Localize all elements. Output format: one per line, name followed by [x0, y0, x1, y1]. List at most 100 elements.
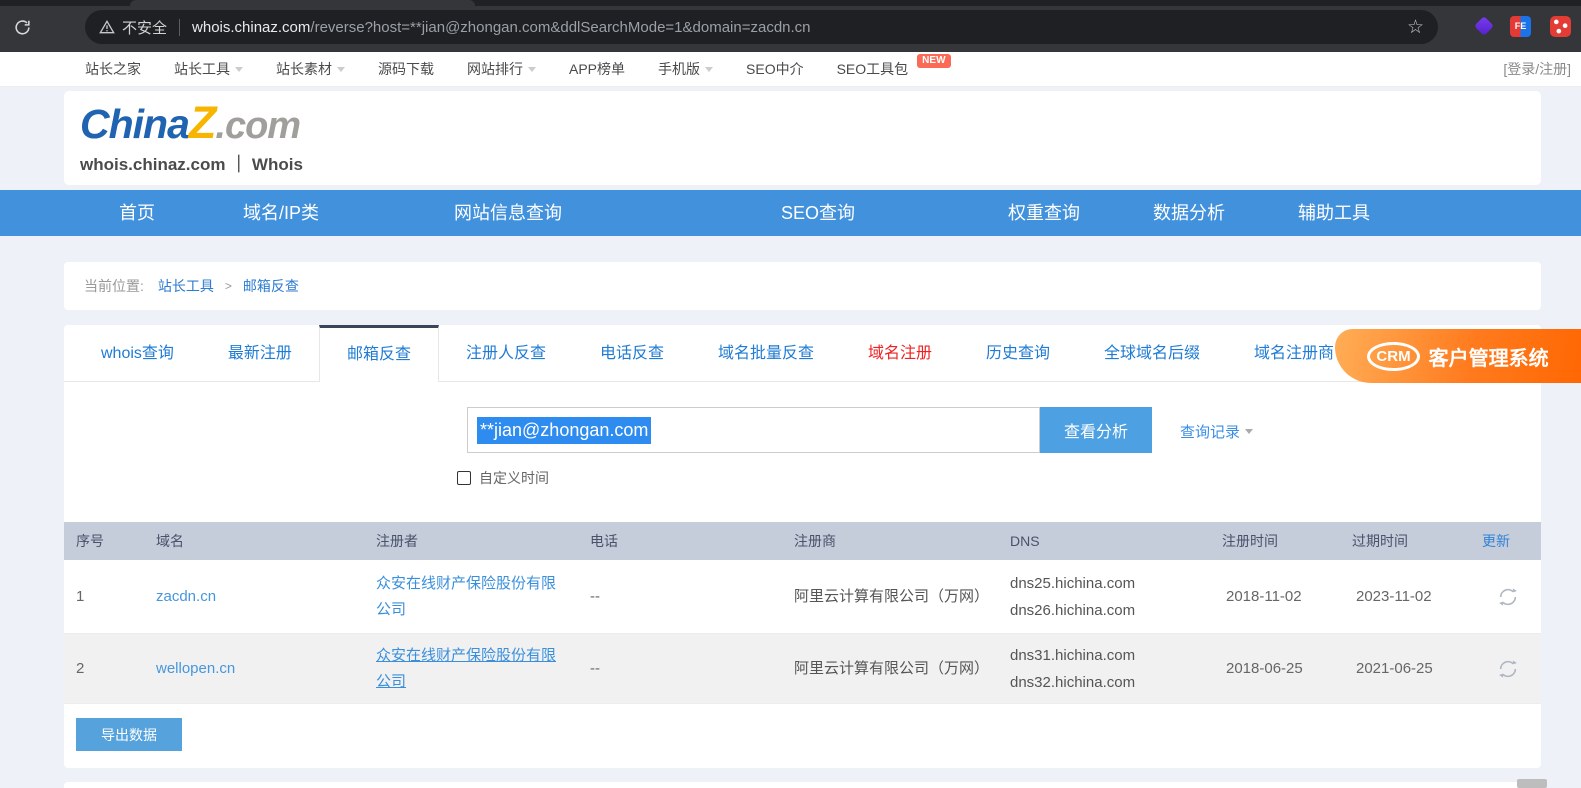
breadcrumb: 当前位置: 站长工具 > 邮箱反查 [64, 262, 1541, 310]
tab-global-domain-suffix[interactable]: 全球域名后缀 [1077, 325, 1227, 381]
analyze-button[interactable]: 查看分析 [1040, 407, 1152, 453]
mainnav-auxiliary-tools[interactable]: 辅助工具 [1298, 190, 1370, 236]
mainnav-site-info-query[interactable]: 网站信息查询 [454, 190, 562, 236]
query-history-link[interactable]: 查询记录 [1180, 421, 1254, 442]
tool-tabs: whois查询 最新注册 邮箱反查 注册人反查 电话反查 域名批量反查 域名注册… [64, 325, 1541, 382]
breadcrumb-label: 当前位置: [84, 278, 144, 294]
bookmark-star-icon[interactable]: ☆ [1407, 16, 1424, 39]
search-input[interactable]: **jian@zhongan.com [467, 407, 1040, 453]
topnav-webmaster-tools[interactable]: 站长工具 [174, 59, 243, 79]
main-nav: 首页 域名/IP类 网站信息查询 SEO查询 权重查询 数据分析 辅助工具 [0, 190, 1581, 236]
custom-time-checkbox[interactable] [457, 471, 471, 485]
col-registrant: 注册者 [376, 533, 418, 549]
col-index: 序号 [76, 533, 104, 549]
topnav-source-download[interactable]: 源码下载 [378, 59, 434, 79]
main-card: whois查询 最新注册 邮箱反查 注册人反查 电话反查 域名批量反查 域名注册… [64, 325, 1581, 768]
tab-latest-registration[interactable]: 最新注册 [201, 325, 319, 381]
col-phone: 电话 [590, 533, 618, 549]
tab-email-reverse[interactable]: 邮箱反查 [318, 325, 439, 382]
dns-values: dns31.hichina.com dns32.hichina.com [1010, 646, 1136, 691]
dns-values: dns25.hichina.com dns26.hichina.com [1010, 574, 1136, 619]
breadcrumb-separator: > [224, 279, 232, 293]
domain-link[interactable]: zacdn.cn [156, 588, 376, 605]
address-divider [179, 18, 181, 36]
phone-value: -- [590, 588, 600, 605]
registration-date: 2018-11-02 [1226, 588, 1302, 605]
browser-chrome: 不安全 whois.chinaz.com/reverse?host=**jian… [0, 0, 1581, 52]
registrant-link[interactable]: 众安在线财产保险股份有限公司 [376, 571, 590, 623]
registrar-value: 阿里云计算有限公司（万网） [794, 587, 990, 605]
expiry-date: 2023-11-02 [1356, 588, 1432, 605]
topnav-home[interactable]: 站长之家 [85, 59, 141, 79]
chevron-down-icon [235, 66, 243, 72]
tab-registrant-reverse[interactable]: 注册人反查 [439, 325, 573, 381]
topnav-webmaster-material[interactable]: 站长素材 [276, 59, 345, 79]
expiry-date: 2021-06-25 [1356, 660, 1433, 677]
topnav-seo-agency[interactable]: SEO中介 [746, 59, 804, 79]
row-index: 2 [76, 660, 85, 677]
browser-tabstrip [0, 0, 1581, 6]
phone-value: -- [590, 660, 600, 677]
browser-active-tab[interactable] [130, 0, 475, 6]
fe-extension-icon[interactable]: FE [1510, 15, 1531, 37]
diamond-extension-icon[interactable] [1474, 16, 1494, 36]
table-row: 1 zacdn.cn 众安在线财产保险股份有限公司 -- 阿里云计算有限公司（万… [64, 560, 1541, 634]
col-reg-date: 注册时间 [1222, 533, 1278, 549]
chinaz-logo[interactable]: ChinaZ.com [80, 100, 1541, 148]
mainnav-seo-query[interactable]: SEO查询 [781, 190, 855, 236]
refresh-icon[interactable] [1496, 657, 1520, 681]
crm-promo-banner[interactable]: CRM 客户管理系统 [1335, 329, 1581, 383]
logo-header: ChinaZ.com whois.chinaz.com ｜ Whois [64, 91, 1541, 185]
next-section-card [64, 782, 1541, 788]
address-bar[interactable]: 不安全 whois.chinaz.com/reverse?host=**jian… [85, 10, 1438, 44]
tab-domain-batch-reverse[interactable]: 域名批量反查 [691, 325, 841, 381]
new-badge: NEW [917, 54, 951, 68]
chevron-down-icon [705, 66, 714, 72]
mainnav-data-analysis[interactable]: 数据分析 [1153, 190, 1225, 236]
url-text[interactable]: whois.chinaz.com/reverse?host=**jian@zho… [192, 19, 1397, 36]
mainnav-domain-ip[interactable]: 域名/IP类 [243, 190, 319, 236]
topnav-site-ranking[interactable]: 网站排行 [467, 59, 536, 79]
registrar-value: 阿里云计算有限公司（万网） [794, 659, 990, 677]
tab-phone-reverse[interactable]: 电话反查 [573, 325, 691, 381]
col-registrar: 注册商 [794, 533, 836, 549]
col-domain: 域名 [156, 533, 184, 549]
extension-tray: FE [1474, 0, 1571, 52]
chevron-down-icon [337, 66, 345, 72]
site-top-nav: 站长之家 站长工具 站长素材 源码下载 网站排行 APP榜单 手机版 SEO中介… [0, 52, 1581, 87]
custom-time-row: 自定义时间 [457, 468, 549, 488]
warning-icon[interactable] [99, 19, 115, 35]
crm-logo: CRM [1367, 341, 1420, 371]
row-index: 1 [76, 588, 85, 605]
security-label[interactable]: 不安全 [122, 17, 167, 38]
topnav-mobile-version[interactable]: 手机版 [658, 59, 714, 79]
registrant-link[interactable]: 众安在线财产保险股份有限公司 [376, 643, 590, 695]
tab-whois-query[interactable]: whois查询 [74, 325, 201, 381]
reload-icon[interactable] [10, 15, 34, 39]
breadcrumb-email-reverse[interactable]: 邮箱反查 [243, 276, 299, 296]
domain-link[interactable]: wellopen.cn [156, 660, 376, 677]
col-exp-date: 过期时间 [1352, 533, 1408, 549]
scroll-widget[interactable] [1517, 779, 1547, 788]
table-header: 序号 域名 注册者 电话 注册商 DNS 注册时间 过期时间 更新 [64, 522, 1541, 560]
mainnav-home[interactable]: 首页 [119, 190, 155, 236]
tab-domain-registration[interactable]: 域名注册 [841, 325, 959, 381]
custom-time-label: 自定义时间 [479, 470, 549, 486]
tab-history-query[interactable]: 历史查询 [959, 325, 1077, 381]
search-section: **jian@zhongan.com 查看分析 查询记录 自定义时间 [64, 382, 1541, 522]
col-update[interactable]: 更新 [1482, 531, 1541, 551]
mainnav-weight-query[interactable]: 权重查询 [1008, 190, 1080, 236]
registration-date: 2018-06-25 [1226, 660, 1303, 677]
topnav-seo-toolkit[interactable]: SEO工具包 [837, 59, 909, 79]
refresh-icon[interactable] [1496, 585, 1520, 609]
dice-extension-icon[interactable] [1550, 15, 1571, 37]
site-subtitle: whois.chinaz.com ｜ Whois [80, 155, 303, 174]
login-register-link[interactable]: [登录/注册] [1503, 59, 1571, 79]
breadcrumb-webmaster-tools[interactable]: 站长工具 [158, 276, 214, 296]
topnav-app-ranking[interactable]: APP榜单 [569, 59, 625, 79]
table-row: 2 wellopen.cn 众安在线财产保险股份有限公司 -- 阿里云计算有限公… [64, 634, 1541, 704]
chevron-down-icon [528, 66, 536, 72]
export-data-button[interactable]: 导出数据 [76, 718, 182, 751]
selected-text: **jian@zhongan.com [477, 416, 652, 444]
chevron-down-icon [1245, 429, 1254, 434]
